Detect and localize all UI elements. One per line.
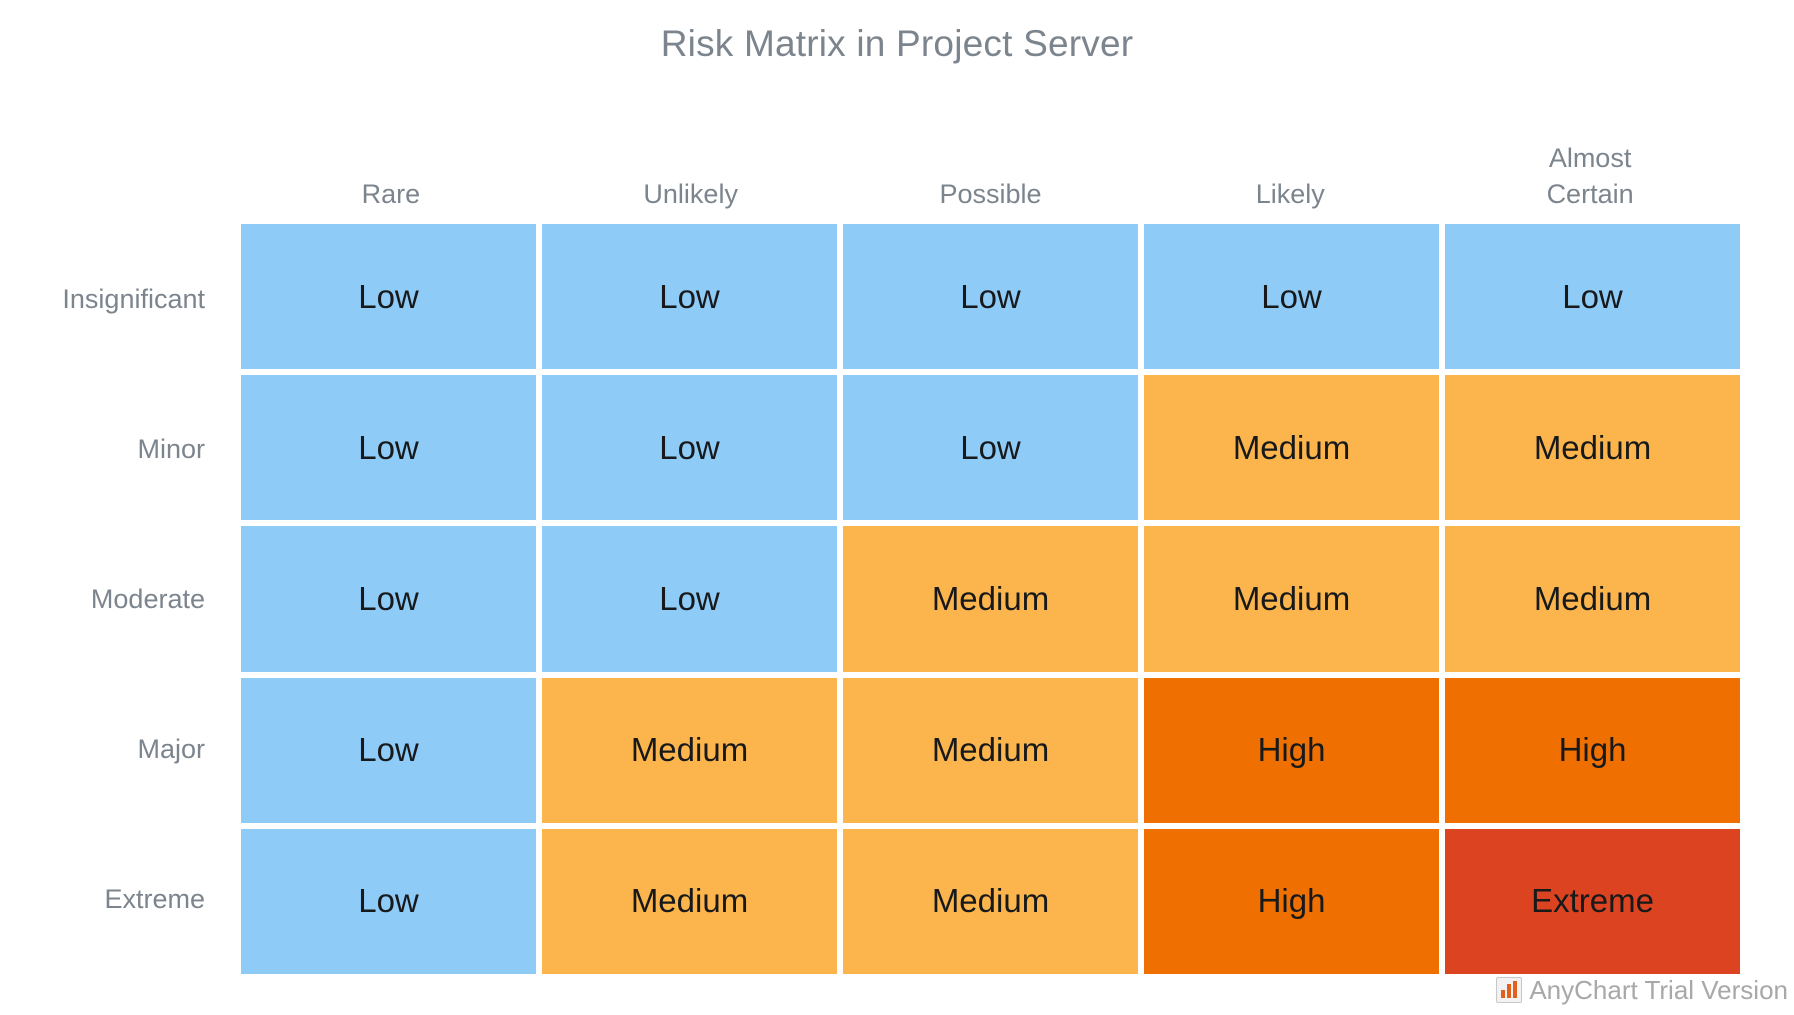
- heatmap-cell-label: Medium: [931, 731, 1050, 769]
- column-header-unlikely: Unlikely: [541, 130, 841, 220]
- row-header-extreme: Extreme: [0, 824, 211, 974]
- heatmap-cell[interactable]: Low: [843, 224, 1138, 370]
- heatmap-cell[interactable]: Low: [542, 224, 837, 370]
- heatmap-cell[interactable]: High: [1144, 828, 1439, 975]
- heatmap-cell-label: High: [1257, 882, 1326, 920]
- bar-chart-icon: [1496, 977, 1523, 1003]
- heatmap-cell-label: Low: [659, 277, 720, 315]
- page-title: Risk Matrix in Project Server: [660, 23, 1134, 64]
- heatmap-cell[interactable]: Medium: [542, 828, 837, 975]
- heatmap-cell-label: Low: [358, 428, 419, 466]
- heatmap-cell-label: Low: [960, 277, 1021, 315]
- heatmap-cell[interactable]: Low: [241, 375, 536, 521]
- column-header-row: Rare Unlikely Possible Likely Almost Cer…: [241, 130, 1740, 220]
- heatmap-row: Low Low Medium Medium Medium: [241, 526, 1740, 672]
- heatmap-cell-label: Medium: [630, 731, 749, 769]
- heatmap-cell[interactable]: Low: [1445, 224, 1740, 370]
- heatmap-cell-label: Medium: [1533, 580, 1652, 617]
- heatmap-cell-label: Low: [1261, 277, 1322, 315]
- heatmap-cell-label: Medium: [931, 580, 1050, 617]
- anychart-watermark: AnyChart Trial Version: [1496, 973, 1788, 1007]
- heatmap-cell-label: Low: [358, 277, 419, 315]
- heatmap-cell[interactable]: Extreme: [1445, 828, 1740, 975]
- row-header-label: Extreme: [104, 884, 205, 914]
- heatmap-cell[interactable]: Low: [241, 677, 536, 823]
- row-header-major: Major: [0, 674, 211, 824]
- column-header-rare: Rare: [241, 130, 541, 220]
- row-header-label: Minor: [137, 434, 205, 464]
- heatmap-row: Low Medium Medium High Extreme: [241, 828, 1740, 975]
- watermark-label: AnyChart Trial Version: [1529, 975, 1788, 1005]
- heatmap-cell-label: Medium: [931, 882, 1050, 920]
- column-header-possible: Possible: [841, 130, 1141, 220]
- heatmap-cell-label: Medium: [630, 882, 749, 920]
- heatmap-row: Low Medium Medium High High: [241, 677, 1740, 823]
- heatmap-row: Low Low Low Low Low: [241, 224, 1740, 370]
- heatmap-cell-label: Low: [659, 428, 720, 466]
- heatmap-cell[interactable]: Medium: [843, 828, 1138, 975]
- column-header-label: Rare: [361, 179, 421, 209]
- heatmap-cell[interactable]: Medium: [1144, 526, 1439, 672]
- heatmap-cell-label: High: [1558, 731, 1627, 769]
- heatmap-cell[interactable]: Low: [241, 224, 536, 370]
- row-header-moderate: Moderate: [0, 524, 211, 674]
- heatmap-cell-label: Low: [960, 428, 1021, 466]
- heatmap-cell-label: Low: [659, 580, 720, 617]
- column-header-label: Likely: [1255, 179, 1325, 209]
- row-header-insignificant: Insignificant: [0, 224, 211, 374]
- heatmap-cell[interactable]: Low: [241, 526, 536, 672]
- heatmap-cell[interactable]: High: [1144, 677, 1439, 823]
- row-header-label: Moderate: [90, 584, 205, 614]
- heatmap-cell-label: Medium: [1533, 428, 1652, 466]
- row-header-minor: Minor: [0, 374, 211, 524]
- heatmap-cell[interactable]: Medium: [1445, 526, 1740, 672]
- heatmap-cell-label: Medium: [1232, 428, 1351, 466]
- risk-matrix-chart: Risk Matrix in Project Server Rare Unlik…: [0, 0, 1794, 1015]
- heatmap-cell[interactable]: High: [1445, 677, 1740, 823]
- heatmap-cell[interactable]: Medium: [843, 526, 1138, 672]
- heatmap-cell-label: Extreme: [1531, 882, 1654, 920]
- row-header-label: Major: [137, 734, 205, 764]
- heatmap-row: Low Low Low Medium Medium: [241, 375, 1740, 521]
- row-header-column: Insignificant Minor Moderate Major Extre…: [0, 224, 211, 974]
- heatmap-cell-label: High: [1257, 731, 1326, 769]
- row-header-label: Insignificant: [62, 284, 205, 314]
- heatmap-grid: Low Low Low Low Low Low Low Low Medium Medium Low L…: [241, 224, 1740, 975]
- column-header-almost-certain: Almost Certain: [1440, 130, 1740, 220]
- heatmap-cell[interactable]: Medium: [542, 677, 837, 823]
- heatmap-cell[interactable]: Low: [843, 375, 1138, 521]
- column-header-label: Almost Certain: [1546, 143, 1634, 209]
- heatmap-cell-label: Low: [358, 731, 419, 769]
- heatmap-cell[interactable]: Medium: [843, 677, 1138, 823]
- heatmap-cell-label: Medium: [1232, 580, 1351, 617]
- column-header-label: Unlikely: [643, 179, 738, 209]
- heatmap-cell[interactable]: Medium: [1445, 375, 1740, 521]
- heatmap-cell[interactable]: Medium: [1144, 375, 1439, 521]
- heatmap-cell[interactable]: Low: [542, 375, 837, 521]
- heatmap-cell-label: Low: [1562, 277, 1623, 315]
- heatmap-cell-label: Low: [358, 882, 419, 920]
- column-header-likely: Likely: [1140, 130, 1440, 220]
- heatmap-cell-label: Low: [358, 580, 419, 617]
- heatmap-cell[interactable]: Low: [1144, 224, 1439, 370]
- column-header-label: Possible: [939, 179, 1042, 209]
- heatmap-cell[interactable]: Low: [542, 526, 837, 672]
- heatmap-cell[interactable]: Low: [241, 828, 536, 975]
